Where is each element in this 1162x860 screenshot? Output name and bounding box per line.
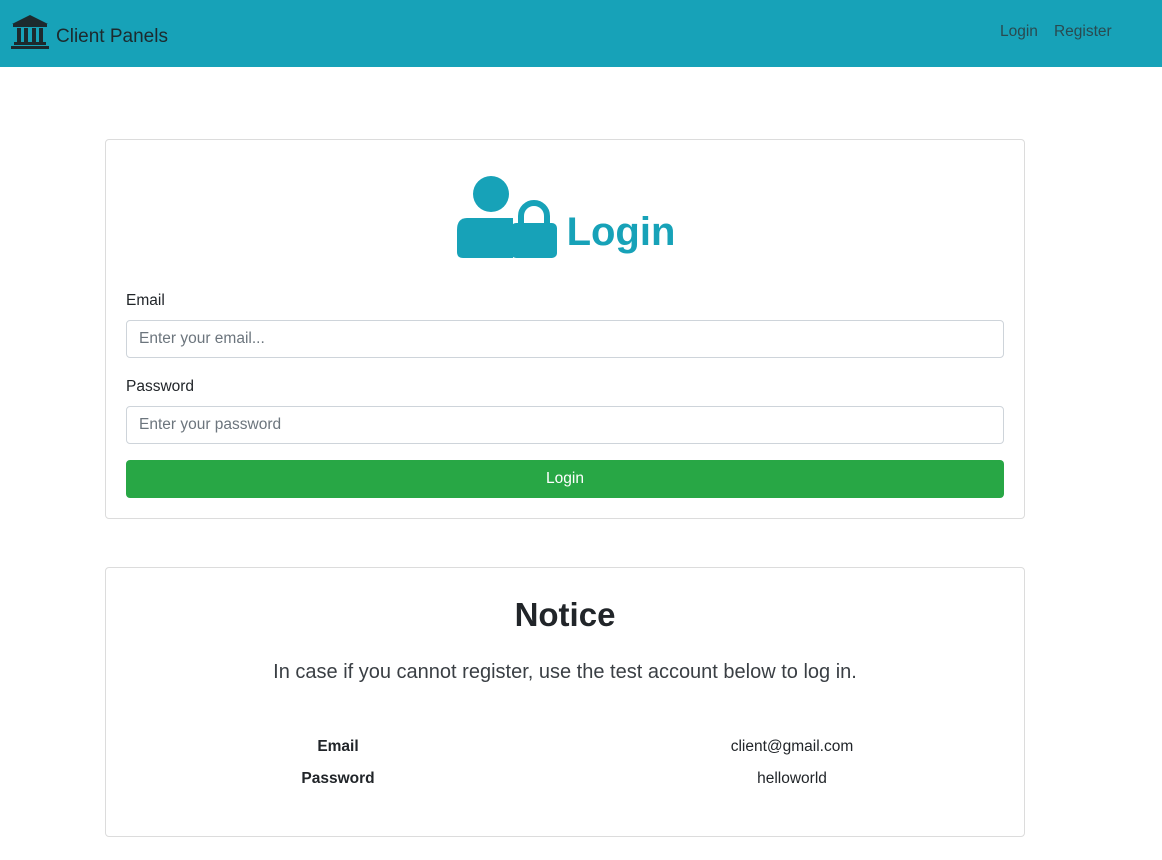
login-heading: Login: [106, 174, 1024, 258]
credentials-row-password: Password helloworld: [106, 770, 1024, 794]
nav-links: Login Register: [1000, 23, 1112, 41]
credential-password-key: Password: [301, 770, 375, 787]
login-submit-button[interactable]: Login: [126, 460, 1004, 498]
nav-register-link[interactable]: Register: [1054, 23, 1112, 41]
university-icon: [11, 15, 49, 49]
login-card: Login Email Password Login: [105, 139, 1025, 519]
notice-card: Notice In case if you cannot register, u…: [105, 567, 1025, 837]
email-input[interactable]: [126, 320, 1004, 358]
notice-text: In case if you cannot register, use the …: [273, 661, 857, 683]
brand-link[interactable]: Client Panels: [11, 14, 168, 50]
credential-email-key: Email: [317, 738, 359, 755]
password-label: Password: [126, 378, 195, 395]
credential-password-value: helloworld: [757, 770, 827, 787]
notice-title: Notice: [514, 596, 616, 633]
login-title: Login: [566, 210, 676, 254]
user-lock-icon: [456, 176, 557, 258]
credentials-row-email: Email client@gmail.com: [106, 738, 1024, 762]
password-input[interactable]: [126, 406, 1004, 444]
credential-email-value: client@gmail.com: [730, 738, 854, 755]
email-label: Email: [126, 292, 165, 309]
navbar: Client Panels Login Register: [0, 0, 1162, 67]
brand-name: Client Panels: [56, 26, 168, 47]
nav-login-link[interactable]: Login: [1000, 23, 1038, 41]
